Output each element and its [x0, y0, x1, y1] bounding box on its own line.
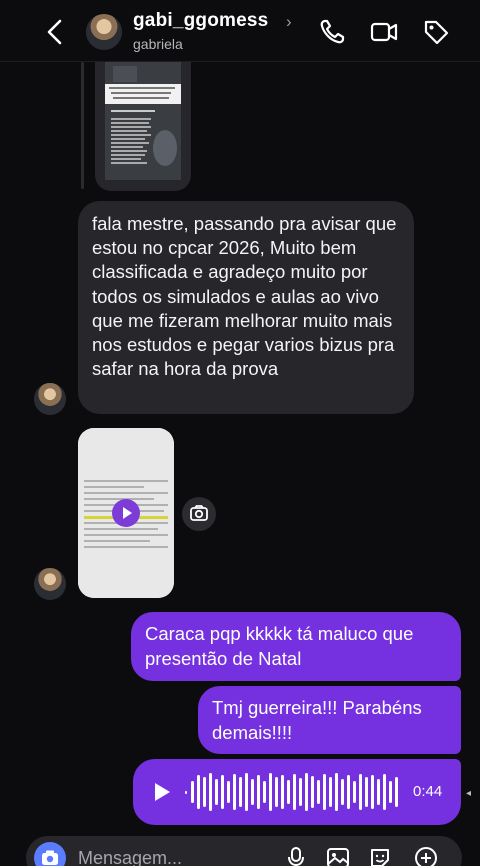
video-message[interactable]: [78, 428, 174, 598]
sender-avatar[interactable]: [34, 383, 66, 415]
shared-post-image: [105, 62, 181, 180]
play-icon: [123, 507, 132, 519]
outgoing-message-text: Tmj guerreira!!! Parabéns demais!!!!: [212, 697, 422, 743]
camera-reply-button[interactable]: [182, 497, 216, 531]
sender-avatar[interactable]: [34, 568, 66, 600]
camera-icon: [42, 850, 58, 865]
outgoing-message[interactable]: Tmj guerreira!!! Parabéns demais!!!!: [198, 686, 461, 754]
back-icon[interactable]: [44, 18, 68, 46]
camera-icon: [190, 505, 208, 521]
shared-post-preview[interactable]: [95, 62, 191, 191]
left-arrow-icon: ◂: [466, 788, 472, 799]
message-input[interactable]: Mensagem...: [78, 848, 182, 866]
waveform[interactable]: [185, 771, 405, 813]
gallery-icon[interactable]: [326, 846, 350, 866]
play-icon[interactable]: [151, 781, 173, 803]
outgoing-message[interactable]: Caraca pqp kkkkk tá maluco que presentão…: [131, 612, 461, 681]
tag-icon[interactable]: [422, 18, 450, 46]
sticker-icon[interactable]: [368, 846, 392, 866]
voice-duration: 0:44: [413, 783, 443, 800]
video-play-button[interactable]: [112, 499, 140, 527]
username[interactable]: gabi_ggomess: [133, 10, 268, 32]
chevron-right-icon[interactable]: ›: [286, 12, 292, 32]
incoming-message[interactable]: fala mestre, passando pra avisar que est…: [78, 201, 414, 414]
microphone-icon[interactable]: [284, 846, 308, 866]
reply-indicator-bar: [81, 62, 84, 189]
outgoing-message-text: Caraca pqp kkkkk tá maluco que presentão…: [145, 623, 414, 669]
chat-header: gabi_ggomess › gabriela: [0, 0, 480, 62]
display-name: gabriela: [133, 36, 183, 52]
message-composer[interactable]: Mensagem...: [26, 836, 462, 866]
add-icon[interactable]: [414, 846, 438, 866]
shared-post-thumbnail: [105, 62, 181, 180]
composer-camera-button[interactable]: [34, 842, 66, 866]
phone-icon[interactable]: [318, 18, 346, 46]
avatar[interactable]: [86, 14, 122, 50]
incoming-message-text: fala mestre, passando pra avisar que est…: [92, 213, 397, 380]
video-call-icon[interactable]: [370, 18, 398, 46]
voice-message[interactable]: 0:44: [133, 759, 461, 825]
